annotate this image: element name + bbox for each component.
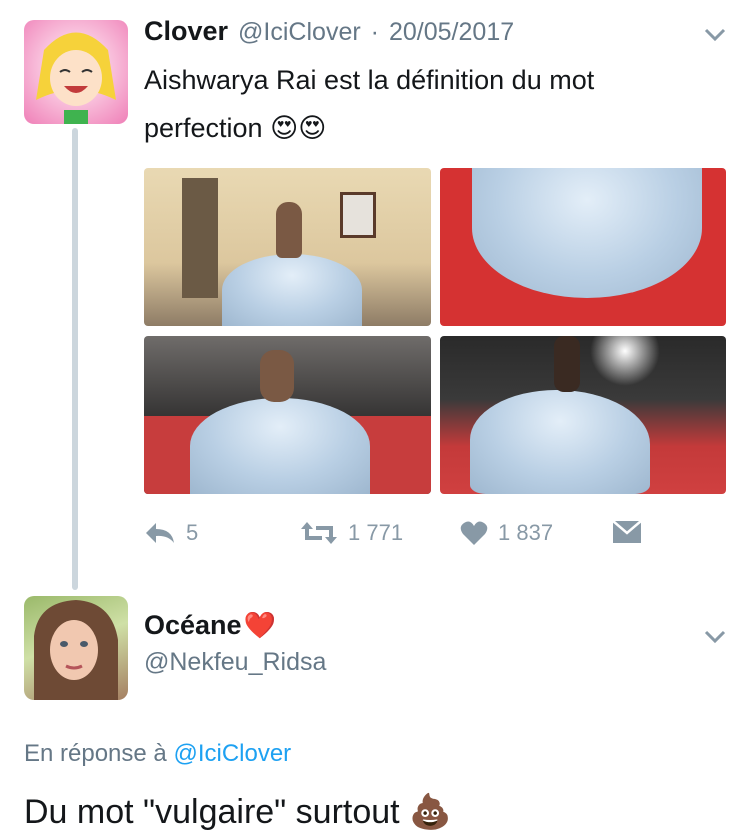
tweet-text-word: perfection bbox=[144, 113, 263, 143]
tweet-photo-1[interactable] bbox=[144, 168, 431, 326]
author-name[interactable]: Océane bbox=[144, 610, 242, 641]
pile-of-poo-emoji-icon: 💩 bbox=[409, 793, 452, 831]
reply-text-body: Du mot "vulgaire" surtout bbox=[24, 793, 400, 831]
in-reply-prefix: En réponse à bbox=[24, 740, 167, 767]
author-name[interactable]: Clover bbox=[144, 16, 228, 47]
author-handle[interactable]: @IciClover bbox=[238, 18, 361, 47]
heart-eyes-emoji-icon: 😍😍 bbox=[270, 113, 327, 143]
avatar[interactable] bbox=[24, 596, 128, 700]
chevron-down-icon[interactable] bbox=[704, 22, 726, 48]
profile-photo-icon bbox=[34, 600, 118, 700]
thread-connector-line bbox=[72, 128, 78, 590]
tweet-photo-4[interactable] bbox=[440, 336, 726, 494]
tweet-photo-3[interactable] bbox=[144, 336, 431, 494]
author-handle[interactable]: @Nekfeu_Ridsa bbox=[144, 648, 326, 677]
tweet-photo-2[interactable] bbox=[440, 168, 726, 326]
tweet-text-line-1: Aishwarya Rai est la définition du mot bbox=[144, 65, 595, 95]
reply-icon bbox=[146, 523, 174, 543]
reply-action[interactable]: 5 bbox=[144, 520, 198, 546]
chevron-down-icon[interactable] bbox=[704, 624, 726, 650]
tweet-date[interactable]: 20/05/2017 bbox=[389, 18, 514, 47]
like-action[interactable]: 1 837 bbox=[460, 520, 553, 546]
avatar[interactable] bbox=[24, 20, 128, 124]
retweet-icon bbox=[301, 522, 337, 544]
tweet-text-line-2: perfection 😍😍 bbox=[144, 104, 704, 152]
heart-icon bbox=[460, 521, 488, 545]
in-reply-to: En réponse à @IciClover bbox=[24, 740, 291, 768]
cartoon-avatar-icon bbox=[36, 32, 116, 124]
reply-count: 5 bbox=[186, 520, 199, 545]
retweet-count: 1 771 bbox=[348, 520, 404, 545]
tweet-header: Clover @IciClover · 20/05/2017 bbox=[144, 16, 514, 47]
in-reply-handle-link[interactable]: @IciClover bbox=[173, 740, 291, 767]
direct-message-action[interactable] bbox=[612, 520, 642, 544]
tweet-text: Aishwarya Rai est la définition du mot p… bbox=[144, 56, 704, 152]
retweet-action[interactable]: 1 771 bbox=[300, 520, 403, 546]
red-heart-emoji-icon: ❤️ bbox=[243, 610, 276, 640]
date-separator: · bbox=[370, 18, 379, 46]
like-count: 1 837 bbox=[498, 520, 554, 545]
envelope-icon bbox=[612, 520, 642, 543]
reply-text: Du mot "vulgaire" surtout 💩 bbox=[24, 792, 451, 832]
reply-author-row: Océane ❤️ bbox=[144, 610, 276, 641]
